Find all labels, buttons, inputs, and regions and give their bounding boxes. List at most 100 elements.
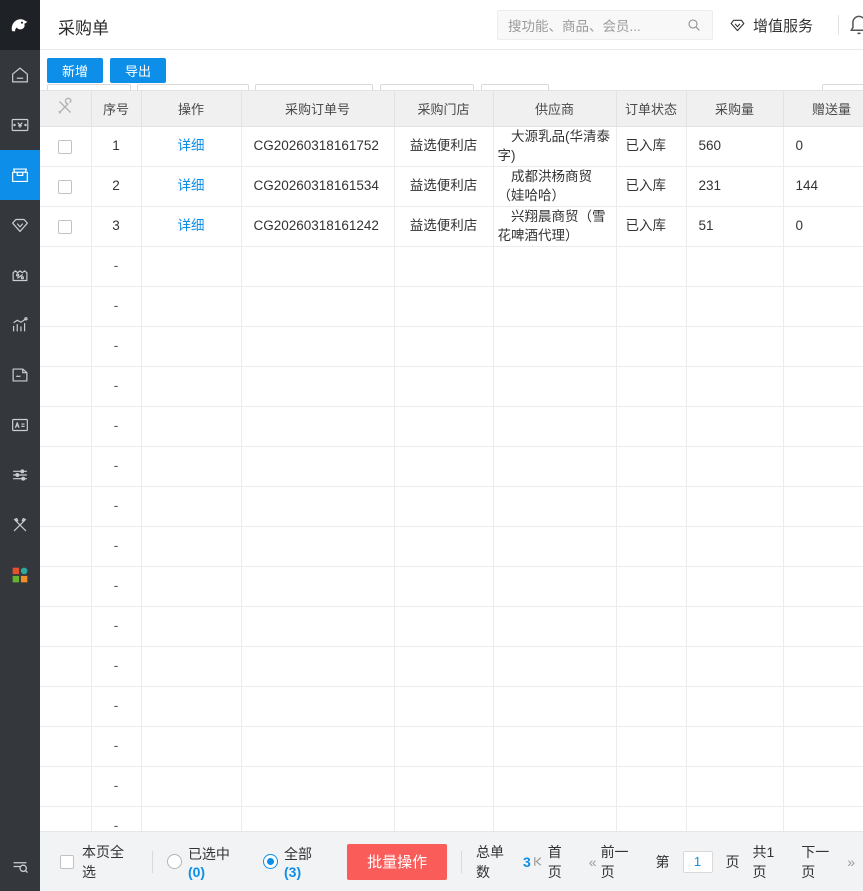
sidebar-item-money[interactable] (0, 100, 40, 150)
apps-icon (9, 564, 31, 586)
batch-action-button[interactable]: 批量操作 (347, 844, 447, 880)
cell-empty (686, 767, 783, 807)
empty-table-row: - (40, 647, 863, 687)
sidebar-item-diamond[interactable] (0, 200, 40, 250)
cell-empty (40, 727, 91, 767)
cell-empty (686, 527, 783, 567)
checkbox-icon[interactable] (60, 855, 74, 869)
cell-empty (394, 767, 493, 807)
cell-empty (40, 527, 91, 567)
cell-empty (141, 607, 241, 647)
cell-empty (686, 687, 783, 727)
select-all-label: 本页全选 (82, 842, 138, 882)
cell-empty (394, 287, 493, 327)
empty-table-row: - (40, 527, 863, 567)
detail-link[interactable]: 详细 (178, 138, 205, 153)
cell-empty-index: - (91, 767, 141, 807)
cell-empty (686, 287, 783, 327)
cell-empty (493, 407, 616, 447)
cell-empty (141, 527, 241, 567)
row-checkbox[interactable] (58, 220, 72, 234)
radio-icon[interactable] (167, 854, 182, 869)
first-page-button[interactable]: 首页 (531, 842, 576, 882)
cell-empty (686, 327, 783, 367)
value-added-services-button[interactable]: 增值服务 (728, 0, 813, 50)
idcard-icon (9, 414, 31, 436)
column-header: 供应商 (493, 91, 616, 127)
total-orders: 总单数 3 (476, 842, 531, 882)
cell-empty (493, 767, 616, 807)
column-settings-cell[interactable] (40, 91, 91, 127)
cell-empty (616, 767, 686, 807)
cell-empty (40, 327, 91, 367)
cell-empty (394, 527, 493, 567)
cell-empty (686, 727, 783, 767)
detail-link[interactable]: 详细 (178, 178, 205, 193)
cell-empty (40, 447, 91, 487)
column-header: 采购门店 (394, 91, 493, 127)
notifications-button[interactable] (846, 12, 863, 43)
cell-empty (783, 527, 863, 567)
sidebar-item-sliders[interactable] (0, 450, 40, 500)
page-number-input[interactable] (683, 851, 713, 873)
row-checkbox[interactable] (58, 140, 72, 154)
cell-empty (783, 607, 863, 647)
column-settings-icon[interactable] (54, 96, 76, 118)
cell-empty (783, 807, 863, 832)
cell-empty (141, 407, 241, 447)
search-menu-icon (9, 855, 31, 877)
app-logo[interactable] (0, 0, 40, 50)
cell-empty (241, 807, 394, 832)
empty-table-row: - (40, 447, 863, 487)
cell-qty: 231 (686, 167, 783, 207)
cell-empty (783, 407, 863, 447)
cell-empty-index: - (91, 247, 141, 287)
home-icon (9, 64, 31, 86)
cell-empty (141, 727, 241, 767)
cell-empty (616, 567, 686, 607)
cell-empty-index: - (91, 287, 141, 327)
cell-action: 详细 (141, 167, 241, 207)
select-all-checkbox[interactable]: 本页全选 (60, 842, 138, 882)
report-icon (9, 364, 31, 386)
sidebar-item-apps[interactable] (0, 550, 40, 600)
cell-empty (394, 407, 493, 447)
sidebar-item-box[interactable] (0, 150, 40, 200)
search-placeholder: 搜功能、商品、会员... (508, 15, 641, 35)
column-header: 采购量 (686, 91, 783, 127)
cell-status: 已入库 (616, 167, 686, 207)
search-icon[interactable] (686, 17, 702, 33)
row-checkbox[interactable] (58, 180, 72, 194)
cell-empty (141, 487, 241, 527)
cell-empty-index: - (91, 527, 141, 567)
prev-page-button[interactable]: « 前一页 (589, 842, 643, 882)
sidebar-search-menu[interactable] (0, 841, 40, 891)
detail-link[interactable]: 详细 (178, 218, 205, 233)
cell-empty-index: - (91, 687, 141, 727)
cell-empty (141, 767, 241, 807)
next-page-button[interactable]: 下一页 » (801, 842, 855, 882)
cell-gift: 0 (783, 127, 863, 167)
sidebar-item-chart[interactable] (0, 300, 40, 350)
cell-checkbox (40, 167, 91, 207)
cell-empty-index: - (91, 727, 141, 767)
cell-empty (616, 607, 686, 647)
sidebar-item-coupon[interactable] (0, 250, 40, 300)
cell-empty (40, 287, 91, 327)
global-search-input[interactable]: 搜功能、商品、会员... (497, 10, 713, 40)
cell-empty (493, 567, 616, 607)
export-button[interactable]: 导出 (110, 58, 166, 83)
sidebar-item-idcard[interactable] (0, 400, 40, 450)
cell-empty (493, 687, 616, 727)
radio-checked-icon[interactable] (263, 854, 278, 869)
all-radio[interactable]: 全部(3) (263, 844, 329, 880)
selected-radio[interactable]: 已选中(0) (167, 844, 247, 880)
sidebar-item-home[interactable] (0, 50, 40, 100)
sidebar-item-report[interactable] (0, 350, 40, 400)
add-button[interactable]: 新增 (47, 58, 103, 83)
sidebar-item-pens[interactable] (0, 500, 40, 550)
cell-empty (394, 447, 493, 487)
empty-table-row: - (40, 287, 863, 327)
selected-label: 已选中(0) (188, 844, 247, 880)
cell-empty (141, 447, 241, 487)
